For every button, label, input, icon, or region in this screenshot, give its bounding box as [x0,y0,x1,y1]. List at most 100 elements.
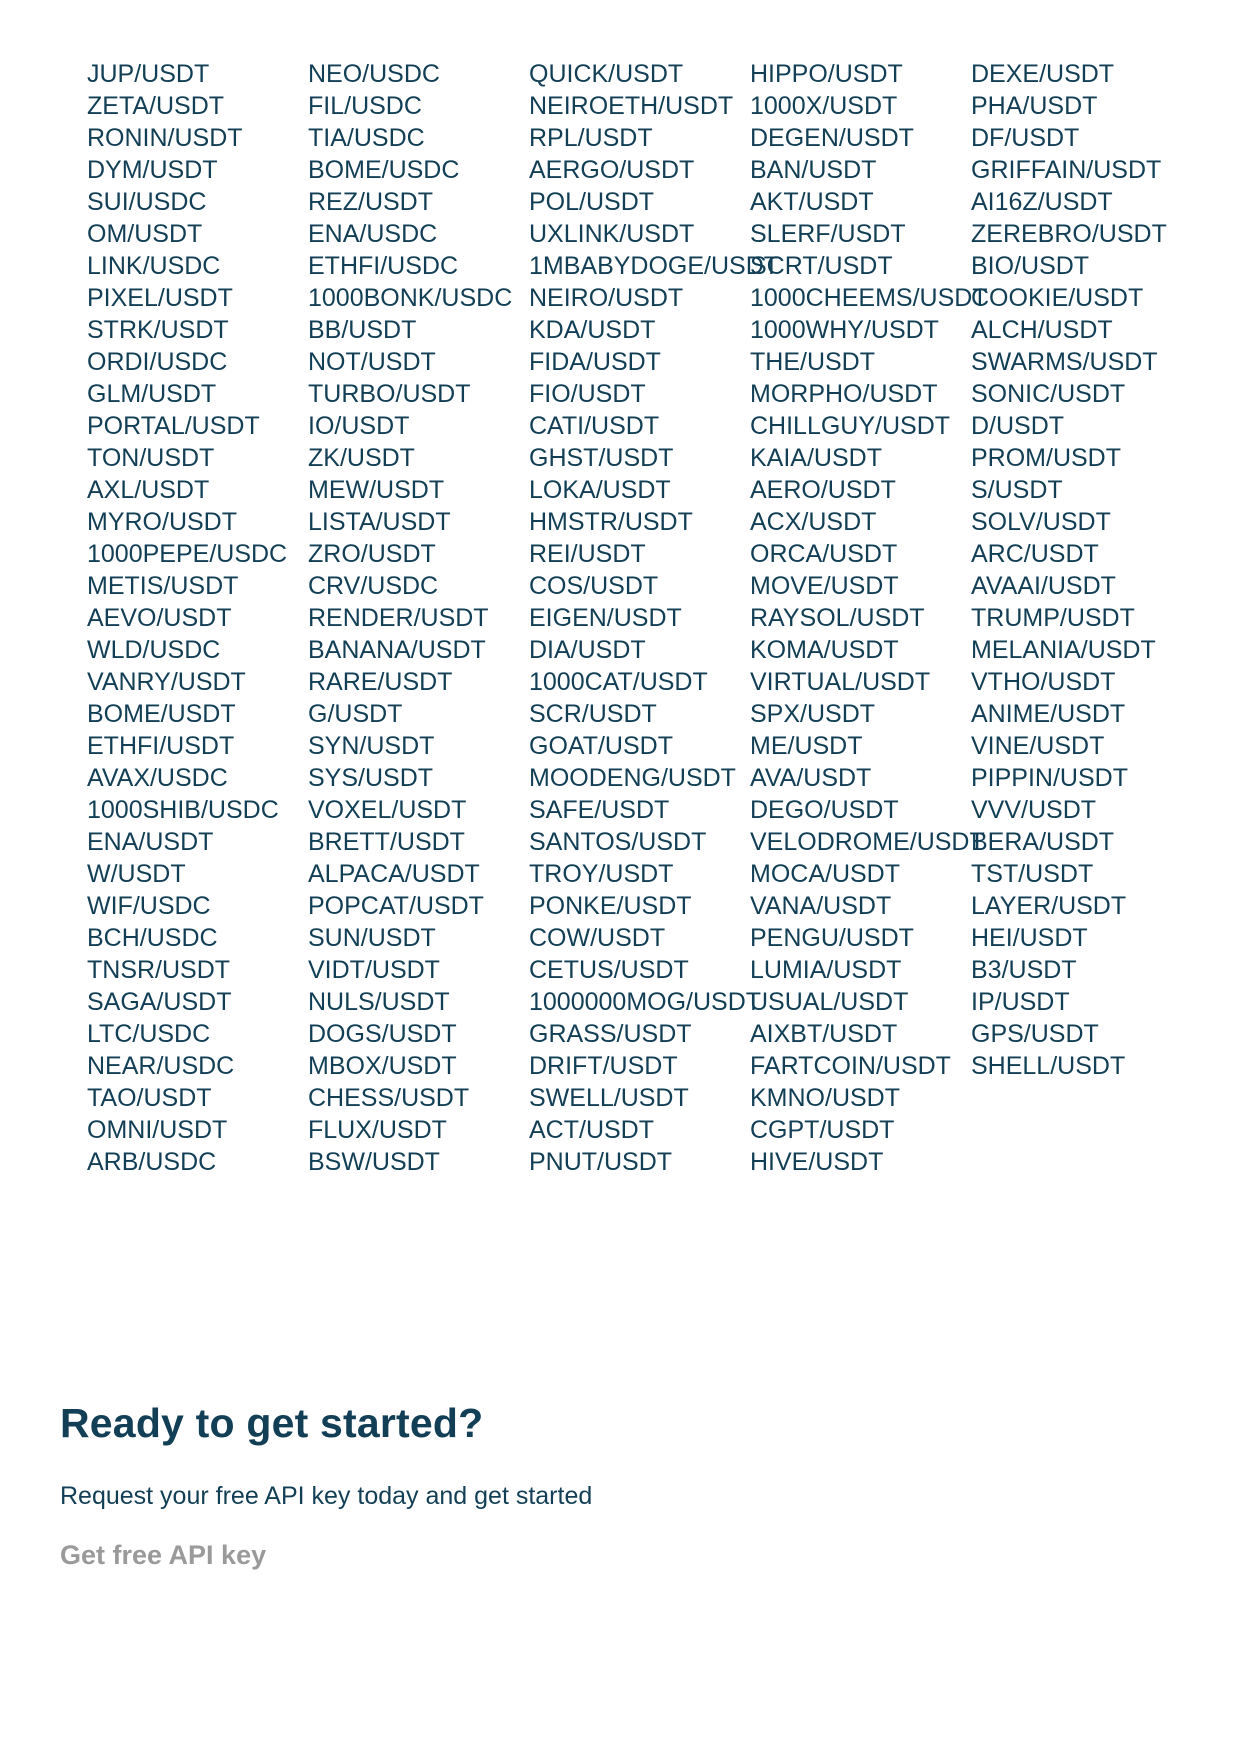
pair-item: BRETT/USDT [308,828,465,856]
pair-item: DRIFT/USDT [529,1052,678,1080]
pair-item: MOCA/USDT [750,860,900,888]
pair-item: CRV/USDC [308,572,439,600]
pair-item: BERA/USDT [971,828,1115,856]
cta-title: Ready to get started? [60,1400,484,1446]
pair-item: ZEREBRO/USDT [971,220,1167,248]
pair-item: BOME/USDC [308,156,460,184]
pair-item: PIPPIN/USDT [971,764,1128,792]
pair-item: TST/USDT [971,860,1094,888]
pair-item: TURBO/USDT [308,380,471,408]
pair-item: FIO/USDT [529,380,646,408]
pair-item: FIDA/USDT [529,348,661,376]
pair-item: GOAT/USDT [529,732,673,760]
pair-item: STRK/USDT [87,316,229,344]
pair-item: UXLINK/USDT [529,220,695,248]
pair-item: EIGEN/USDT [529,604,682,632]
pair-item: SWARMS/USDT [971,348,1158,376]
pair-item: ALPACA/USDT [308,860,480,888]
pair-item: 1000X/USDT [750,92,898,120]
pair-item: METIS/USDT [87,572,239,600]
pair-item: ETHFI/USDT [87,732,235,760]
pair-item: COW/USDT [529,924,666,952]
pair-item: TAO/USDT [87,1084,212,1112]
pair-item: ALCH/USDT [971,316,1113,344]
pair-item: SUN/USDT [308,924,436,952]
pair-item: LISTA/USDT [308,508,451,536]
pair-item: FLUX/USDT [308,1116,447,1144]
pair-item: CATI/USDT [529,412,660,440]
pair-item: SUI/USDC [87,188,207,216]
pair-item: VIRTUAL/USDT [750,668,931,696]
pair-item: DEGO/USDT [750,796,899,824]
pair-item: GHST/USDT [529,444,674,472]
pair-item: VANA/USDT [750,892,892,920]
pair-item: VINE/USDT [971,732,1105,760]
pair-item: ZRO/USDT [308,540,436,568]
pair-item: PENGU/USDT [750,924,914,952]
pairs-column: QUICK/USDT NEIROETH/USDT RPL/USDT AERGO/USD… [529,58,779,1178]
pair-item: HEI/USDT [971,924,1088,952]
pair-item: MYRO/USDT [87,508,237,536]
pair-item: BANANA/USDT [308,636,486,664]
pair-item: POPCAT/USDT [308,892,484,920]
pair-item: 1000SHIB/USDC [87,796,279,824]
pair-item: LINK/USDC [87,252,221,280]
pair-item: D/USDT [971,412,1065,440]
pair-item: HMSTR/USDT [529,508,693,536]
pair-item: RPL/USDT [529,124,653,152]
pair-item: ACX/USDT [750,508,877,536]
pair-item: CGPT/USDT [750,1116,895,1144]
pair-item: PHA/USDT [971,92,1098,120]
pair-item: ENA/USDT [87,828,214,856]
pair-item: PONKE/USDT [529,892,692,920]
pair-item: RARE/USDT [308,668,453,696]
pair-item: SHELL/USDT [971,1052,1126,1080]
pairs-column: HIPPO/USDT 1000X/USDT DEGEN/USDT BAN/USDT AK… [750,58,988,1178]
pair-item: USUAL/USDT [750,988,909,1016]
pair-item: VTHO/USDT [971,668,1116,696]
pair-item: SOLV/USDT [971,508,1111,536]
pair-item: LTC/USDC [87,1020,211,1048]
pair-item: AIXBT/USDT [750,1020,898,1048]
pair-item: PIXEL/USDT [87,284,233,312]
pair-item: JUP/USDT [87,60,210,88]
cta-subtitle: Request your free API key today and get … [60,1482,593,1510]
pair-item: VANRY/USDT [87,668,246,696]
pair-item: NULS/USDT [308,988,450,1016]
pair-item: THE/USDT [750,348,875,376]
pair-item: VOXEL/USDT [308,796,467,824]
pair-item: AXL/USDT [87,476,210,504]
pair-item: VELODROME/USDT [750,828,985,856]
pairs-column: JUP/USDT ZETA/USDT RONIN/USDT DYM/USDT SUI/U… [87,58,308,1178]
pair-item: AVAX/USDC [87,764,228,792]
pair-item: MEW/USDT [308,476,445,504]
pair-item: HIVE/USDT [750,1148,884,1176]
pair-item: SWELL/USDT [529,1084,689,1112]
pair-item: ORDI/USDC [87,348,228,376]
pair-item: DOGS/USDT [308,1020,457,1048]
cta-section: Ready to get started? Request your free … [60,1398,1160,1572]
pair-item: PORTAL/USDT [87,412,260,440]
pair-item: QUICK/USDT [529,60,684,88]
pair-item: TROY/USDT [529,860,674,888]
pair-item: AERGO/USDT [529,156,695,184]
pair-item: REI/USDT [529,540,646,568]
pair-item: WLD/USDC [87,636,221,664]
pair-item: PROM/USDT [971,444,1121,472]
pair-item: SYN/USDT [308,732,435,760]
pair-item: G/USDT [308,700,403,728]
pair-item: REZ/USDT [308,188,433,216]
pair-item: LOKA/USDT [529,476,671,504]
pair-item: TRUMP/USDT [971,604,1135,632]
pair-item: BSW/USDT [308,1148,440,1176]
pair-item: VIDT/USDT [308,956,440,984]
pair-item: VVV/USDT [971,796,1097,824]
pair-item: GPS/USDT [971,1020,1099,1048]
pair-item: BAN/USDT [750,156,877,184]
pair-item: SAGA/USDT [87,988,232,1016]
pair-item: SCRT/USDT [750,252,893,280]
pair-item: MBOX/USDT [308,1052,457,1080]
get-api-key-link[interactable]: Get free API key [60,1538,266,1572]
pair-item: DF/USDT [971,124,1080,152]
pair-item: CHESS/USDT [308,1084,470,1112]
